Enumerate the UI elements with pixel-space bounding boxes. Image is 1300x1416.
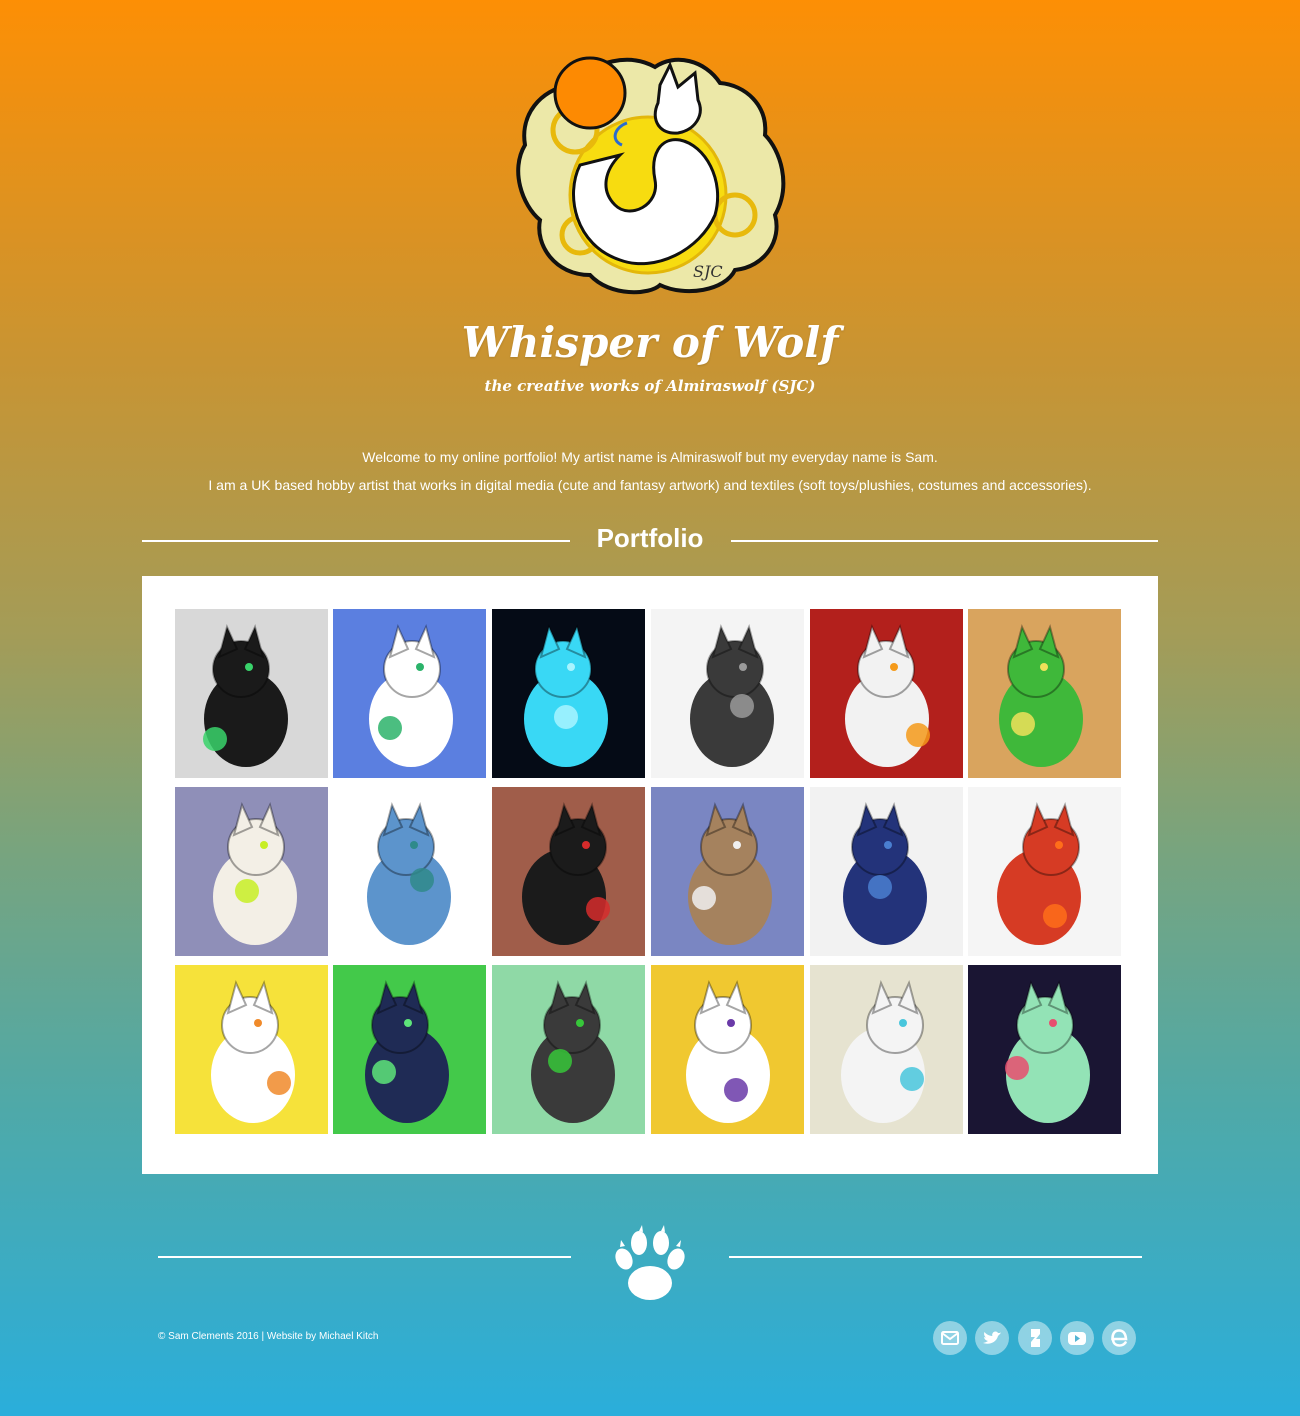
youtube-link[interactable] <box>1060 1321 1094 1355</box>
portfolio-item-green-black-wolf-art[interactable] <box>492 965 645 1134</box>
deviantart-icon <box>1031 1329 1040 1347</box>
portfolio-item-blue-dragon-art[interactable] <box>333 787 486 956</box>
portfolio-grid <box>142 576 1158 1174</box>
almiraswolf-badge-art-image <box>175 965 328 1134</box>
white-fox-art-image <box>333 609 486 778</box>
white-blue-wolf-art-image <box>810 965 963 1134</box>
portfolio-heading: Portfolio <box>0 523 1300 559</box>
blue-dragon-art-image <box>333 787 486 956</box>
portfolio-item-plush-antlers-collage[interactable] <box>651 787 804 956</box>
portfolio-item-lineart-eastern-dragon[interactable] <box>651 609 804 778</box>
etsy-icon <box>1111 1329 1128 1347</box>
portfolio-item-white-blue-wolf-art[interactable] <box>810 965 963 1134</box>
plush-antlers-collage-image <box>651 787 804 956</box>
intro-text: Welcome to my online portfolio! My artis… <box>0 443 1300 499</box>
portfolio-item-space-creature-reference[interactable] <box>968 965 1121 1134</box>
email-icon <box>941 1331 959 1345</box>
portfolio-item-stained-glass-wolf-art[interactable] <box>651 965 804 1134</box>
stained-glass-wolf-art-image <box>651 965 804 1134</box>
twitter-link[interactable] <box>975 1321 1009 1355</box>
fire-wolf-art-image <box>810 609 963 778</box>
portfolio-item-green-star-hoodie[interactable] <box>333 965 486 1134</box>
footer-divider-right <box>729 1256 1142 1258</box>
costume-person-photo-image <box>492 787 645 956</box>
red-fox-plush-image <box>968 787 1121 956</box>
green-black-wolf-art-image <box>492 965 645 1134</box>
portfolio-item-fire-wolf-art[interactable] <box>810 609 963 778</box>
portfolio-item-almiraswolf-badge-art[interactable] <box>175 965 328 1134</box>
portfolio-item-white-fleece-dragon-plush[interactable] <box>175 787 328 956</box>
portfolio-item-costume-person-photo[interactable] <box>492 787 645 956</box>
site-subtitle: the creative works of Almiraswolf (SJC) <box>484 377 816 395</box>
white-fleece-dragon-plush-image <box>175 787 328 956</box>
green-star-hoodie-image <box>333 965 486 1134</box>
black-dragon-costume-photo-image <box>175 609 328 778</box>
sleeping-wolf-logo-icon: SJC <box>516 56 786 295</box>
site-title[interactable]: Whisper of Wolf <box>0 318 1300 367</box>
space-creature-reference-image <box>968 965 1121 1134</box>
svg-text:SJC: SJC <box>693 262 723 281</box>
blue-plush-creature-image <box>810 787 963 956</box>
portfolio-item-glowing-ice-dragon-art[interactable] <box>492 609 645 778</box>
site-logo[interactable]: SJC <box>510 45 790 300</box>
etsy-link[interactable] <box>1102 1321 1136 1355</box>
portfolio-item-white-fox-art[interactable] <box>333 609 486 778</box>
footer-copyright: © Sam Clements 2016 | Website by Michael… <box>158 1331 379 1342</box>
deviantart-link[interactable] <box>1018 1321 1052 1355</box>
intro-line-2: I am a UK based hobby artist that works … <box>208 477 1092 493</box>
footer-divider-left <box>158 1256 571 1258</box>
portfolio-item-red-fox-plush[interactable] <box>968 787 1121 956</box>
youtube-icon <box>1068 1332 1086 1345</box>
twitter-icon <box>983 1331 1001 1344</box>
glowing-ice-dragon-art-image <box>492 609 645 778</box>
lineart-eastern-dragon-image <box>651 609 804 778</box>
portfolio-item-blue-plush-creature[interactable] <box>810 787 963 956</box>
intro-line-1: Welcome to my online portfolio! My artis… <box>362 449 938 465</box>
portfolio-item-black-dragon-costume-photo[interactable] <box>175 609 328 778</box>
portfolio-item-green-dinosaur-art[interactable] <box>968 609 1121 778</box>
portfolio-title: Portfolio <box>596 523 704 553</box>
divider-line-right <box>731 540 1158 542</box>
paw-print-icon <box>612 1225 688 1305</box>
green-dinosaur-art-image <box>968 609 1121 778</box>
email-link[interactable] <box>933 1321 967 1355</box>
